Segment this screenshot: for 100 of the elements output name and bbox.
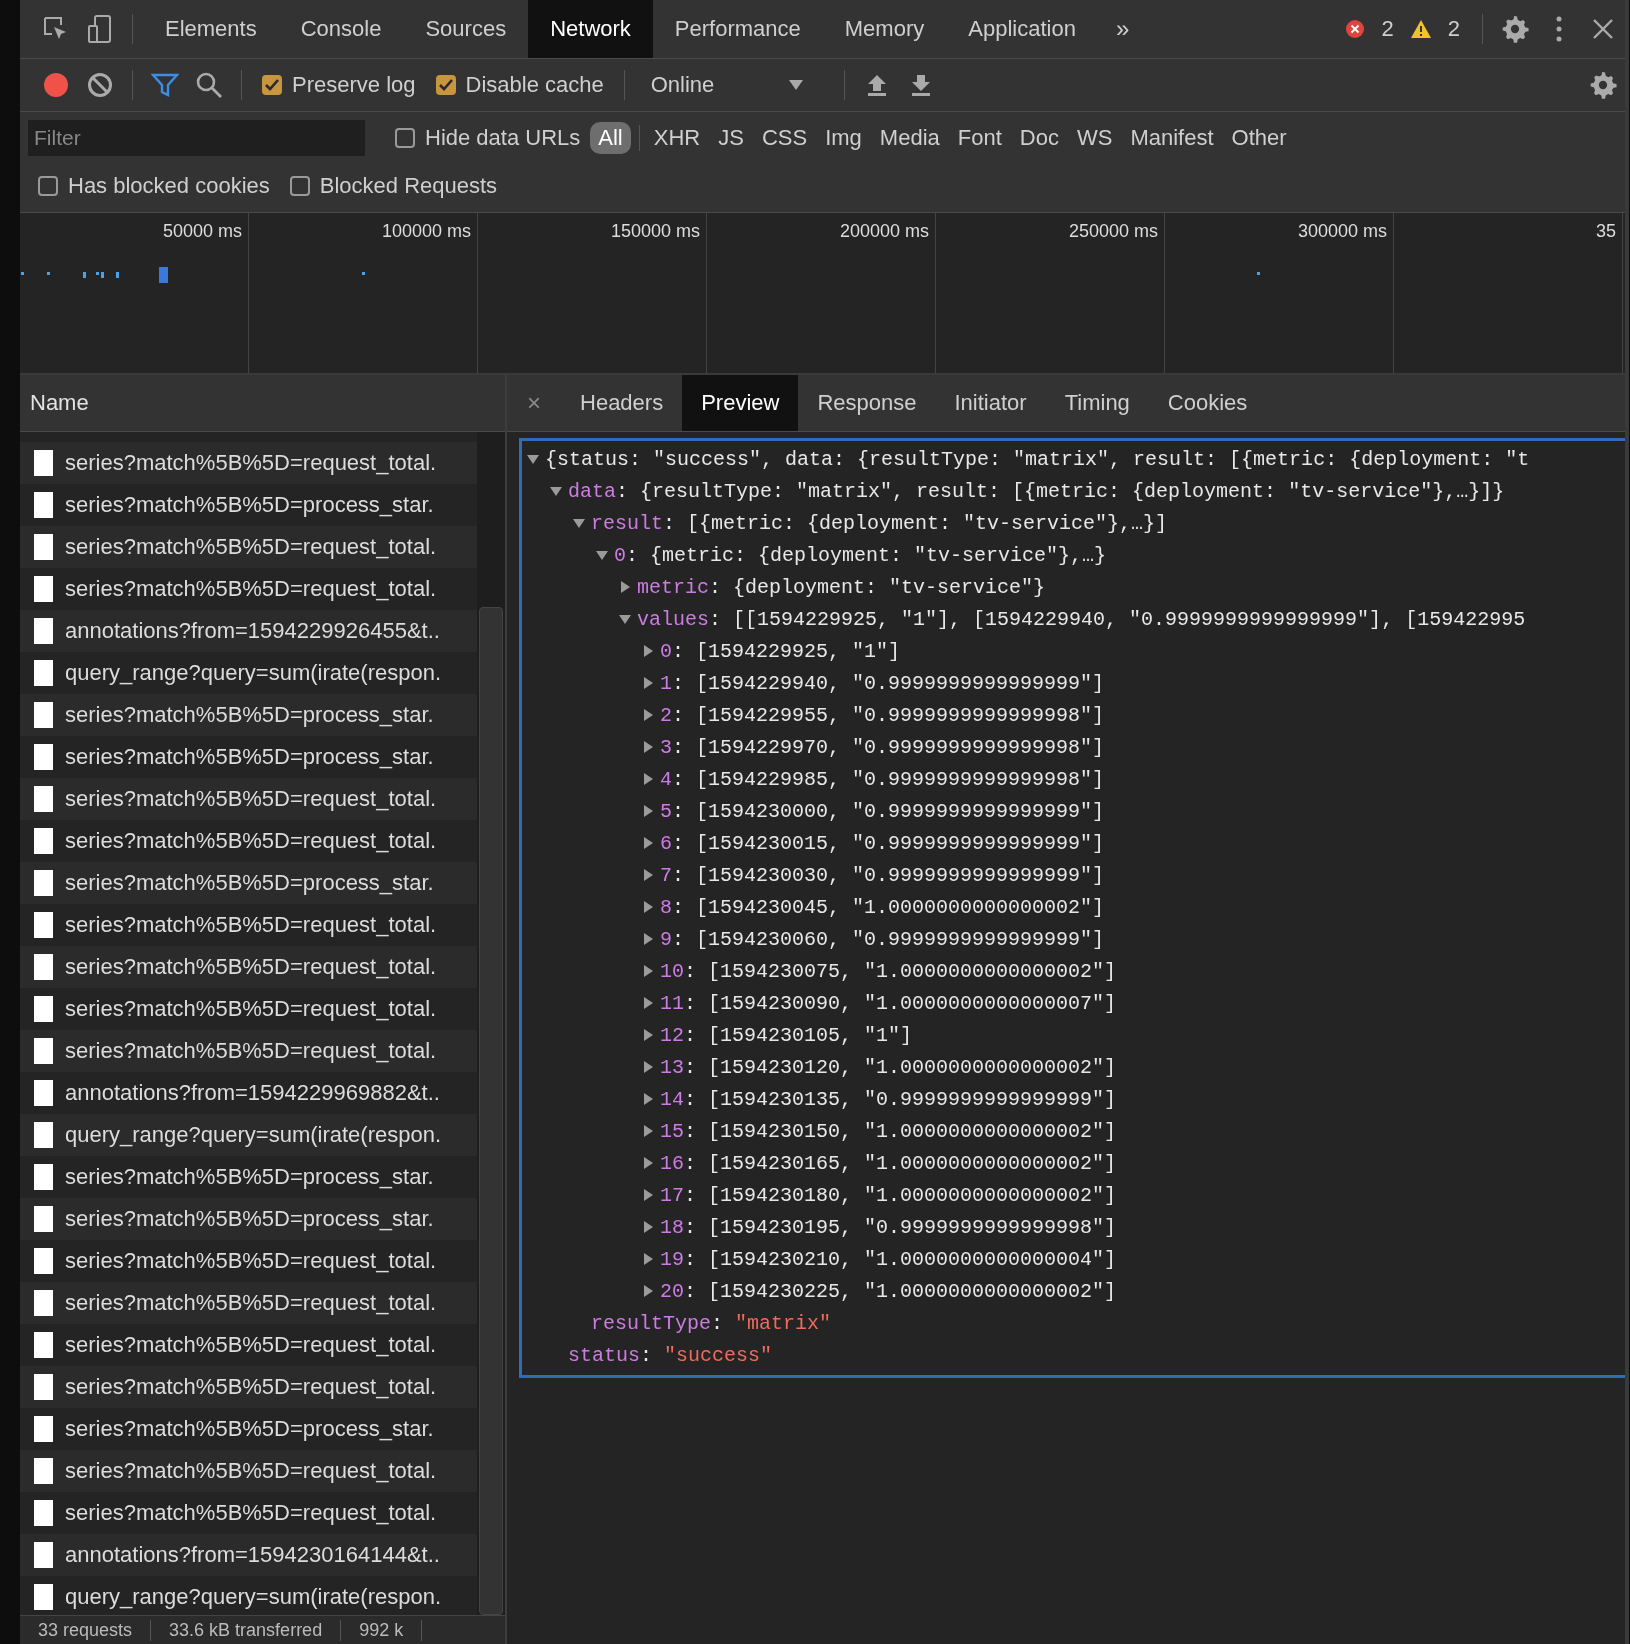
- collapsed-triangle-icon[interactable]: [641, 676, 655, 690]
- request-name[interactable]: series?match%5B%5D=process_star.: [65, 492, 434, 518]
- json-node[interactable]: result: [{metric: {deployment: "tv-service"},…}]: [591, 511, 1168, 535]
- json-node[interactable]: 2: [1594229955, "0.9999999999999998"]: [660, 703, 1105, 727]
- more-tabs-button[interactable]: »: [1097, 15, 1148, 43]
- panel-tab[interactable]: Performance: [652, 0, 823, 58]
- detail-tab[interactable]: Headers: [561, 375, 683, 431]
- json-node[interactable]: 11: [1594230090, "1.0000000000000007"]: [660, 991, 1117, 1015]
- json-node[interactable]: data: {resultType: "matrix", result: [{metric: {deployment: "tv-service"},…}]}: [568, 479, 1505, 503]
- panel-tab[interactable]: Elements: [143, 0, 279, 58]
- json-node[interactable]: 7: [1594230030, "0.9999999999999999"]: [660, 863, 1105, 887]
- expanded-triangle-icon[interactable]: [526, 452, 540, 466]
- type-filter[interactable]: WS: [1068, 122, 1121, 154]
- json-node[interactable]: 10: [1594230075, "1.0000000000000002"]: [660, 959, 1117, 983]
- collapsed-triangle-icon[interactable]: [641, 708, 655, 722]
- scrollbar-thumb[interactable]: [479, 607, 503, 1615]
- settings-icon[interactable]: [1588, 70, 1618, 100]
- request-name[interactable]: query_range?query=sum(irate(respon.: [65, 660, 442, 686]
- type-filter[interactable]: CSS: [753, 122, 816, 154]
- type-filter[interactable]: Other: [1223, 122, 1295, 154]
- json-node[interactable]: 12: [1594230105, "1"]: [660, 1023, 913, 1047]
- request-name[interactable]: series?match%5B%5D=request_total.: [65, 912, 437, 938]
- json-node[interactable]: 13: [1594230120, "1.0000000000000002"]: [660, 1055, 1117, 1079]
- json-node[interactable]: 19: [1594230210, "1.0000000000000004"]: [660, 1247, 1117, 1271]
- type-filter[interactable]: Font: [949, 122, 1010, 154]
- record-icon[interactable]: [43, 72, 69, 98]
- json-node[interactable]: 14: [1594230135, "0.9999999999999999"]: [660, 1087, 1117, 1111]
- type-filter[interactable]: JS: [710, 122, 752, 154]
- collapsed-triangle-icon[interactable]: [641, 1252, 655, 1266]
- json-node[interactable]: 16: [1594230165, "1.0000000000000002"]: [660, 1151, 1117, 1175]
- panel-tab[interactable]: Sources: [403, 0, 529, 58]
- filter-option-checkbox[interactable]: Has blocked cookies: [28, 173, 280, 199]
- collapsed-triangle-icon[interactable]: [641, 740, 655, 754]
- panel-tab[interactable]: Console: [278, 0, 404, 58]
- collapsed-triangle-icon[interactable]: [641, 1124, 655, 1138]
- json-node[interactable]: 4: [1594229985, "0.9999999999999998"]: [660, 767, 1105, 791]
- preserve-log-checkbox[interactable]: Preserve log: [252, 72, 426, 98]
- request-name[interactable]: series?match%5B%5D=request_total.: [65, 828, 437, 854]
- type-filter[interactable]: Img: [817, 122, 870, 154]
- request-name[interactable]: annotations?from=1594229969882&t..: [65, 1080, 440, 1106]
- collapsed-triangle-icon[interactable]: [641, 644, 655, 658]
- collapsed-triangle-icon[interactable]: [641, 1028, 655, 1042]
- expanded-triangle-icon[interactable]: [572, 516, 586, 530]
- collapsed-triangle-icon[interactable]: [641, 772, 655, 786]
- search-icon[interactable]: [195, 71, 223, 99]
- collapsed-triangle-icon[interactable]: [641, 804, 655, 818]
- json-node[interactable]: 0: [1594229925, "1"]: [660, 639, 901, 663]
- detail-tab[interactable]: Preview: [682, 375, 799, 431]
- settings-icon[interactable]: [1500, 14, 1530, 44]
- panel-tab[interactable]: Memory: [822, 0, 947, 58]
- json-node[interactable]: 6: [1594230015, "0.9999999999999999"]: [660, 831, 1105, 855]
- detail-tab[interactable]: Cookies: [1148, 375, 1267, 431]
- download-icon[interactable]: [910, 73, 933, 97]
- json-node[interactable]: 17: [1594230180, "1.0000000000000002"]: [660, 1183, 1117, 1207]
- collapsed-triangle-icon[interactable]: [641, 932, 655, 946]
- json-node[interactable]: {status: "success", data: {resultType: "matrix", result: [{metric: {deployment: "t: [545, 447, 1530, 471]
- close-icon[interactable]: [1592, 18, 1614, 40]
- device-toolbar-icon[interactable]: [86, 14, 114, 44]
- json-node[interactable]: 8: [1594230045, "1.0000000000000002"]: [660, 895, 1105, 919]
- expanded-triangle-icon[interactable]: [549, 484, 563, 498]
- collapsed-triangle-icon[interactable]: [641, 1156, 655, 1170]
- type-filter[interactable]: All: [590, 122, 631, 154]
- request-name[interactable]: query_range?query=sum(irate(respon.: [65, 1584, 442, 1610]
- detail-tab[interactable]: Timing: [1045, 375, 1149, 431]
- clear-icon[interactable]: [87, 72, 113, 98]
- request-name[interactable]: series?match%5B%5D=process_star.: [65, 1164, 434, 1190]
- collapsed-triangle-icon[interactable]: [618, 580, 632, 594]
- collapsed-triangle-icon[interactable]: [641, 900, 655, 914]
- request-name[interactable]: series?match%5B%5D=request_total.: [65, 1500, 437, 1526]
- filter-field[interactable]: Filter: [28, 120, 365, 156]
- request-name[interactable]: series?match%5B%5D=process_star.: [65, 1416, 434, 1442]
- json-node[interactable]: values: [[1594229925, "1"], [1594229940, "0.9999999999999999"], [159422995: [637, 607, 1526, 631]
- json-node[interactable]: 3: [1594229970, "0.9999999999999998"]: [660, 735, 1105, 759]
- type-filter[interactable]: Manifest: [1122, 122, 1222, 154]
- type-filter[interactable]: Media: [871, 122, 948, 154]
- collapsed-triangle-icon[interactable]: [641, 868, 655, 882]
- panel-tab[interactable]: Application: [946, 0, 1098, 58]
- filter-option-checkbox[interactable]: Blocked Requests: [279, 173, 508, 199]
- filter-icon[interactable]: [151, 73, 179, 97]
- request-name[interactable]: series?match%5B%5D=request_total.: [65, 996, 437, 1022]
- collapsed-triangle-icon[interactable]: [641, 964, 655, 978]
- collapsed-triangle-icon[interactable]: [641, 1092, 655, 1106]
- panel-tab[interactable]: Network: [528, 0, 653, 58]
- type-filter[interactable]: Doc: [1011, 122, 1067, 154]
- detail-tab[interactable]: Response: [798, 375, 936, 431]
- expanded-triangle-icon[interactable]: [595, 548, 609, 562]
- disable-cache-checkbox[interactable]: Disable cache: [425, 72, 614, 98]
- collapsed-triangle-icon[interactable]: [641, 1220, 655, 1234]
- close-button[interactable]: ×: [507, 389, 561, 417]
- upload-icon[interactable]: [866, 73, 889, 97]
- collapsed-triangle-icon[interactable]: [641, 1284, 655, 1298]
- throttling-dropdown[interactable]: Online: [634, 65, 835, 105]
- collapsed-triangle-icon[interactable]: [641, 1188, 655, 1202]
- json-node[interactable]: 5: [1594230000, "0.9999999999999999"]: [660, 799, 1105, 823]
- request-name[interactable]: series?match%5B%5D=request_total.: [65, 1332, 437, 1358]
- json-node[interactable]: 1: [1594229940, "0.9999999999999999"]: [660, 671, 1105, 695]
- json-node[interactable]: metric: {deployment: "tv-service"}: [637, 575, 1046, 599]
- request-name[interactable]: series?match%5B%5D=process_star.: [65, 744, 434, 770]
- json-node[interactable]: 18: [1594230195, "0.9999999999999998"]: [660, 1215, 1117, 1239]
- expanded-triangle-icon[interactable]: [618, 612, 632, 626]
